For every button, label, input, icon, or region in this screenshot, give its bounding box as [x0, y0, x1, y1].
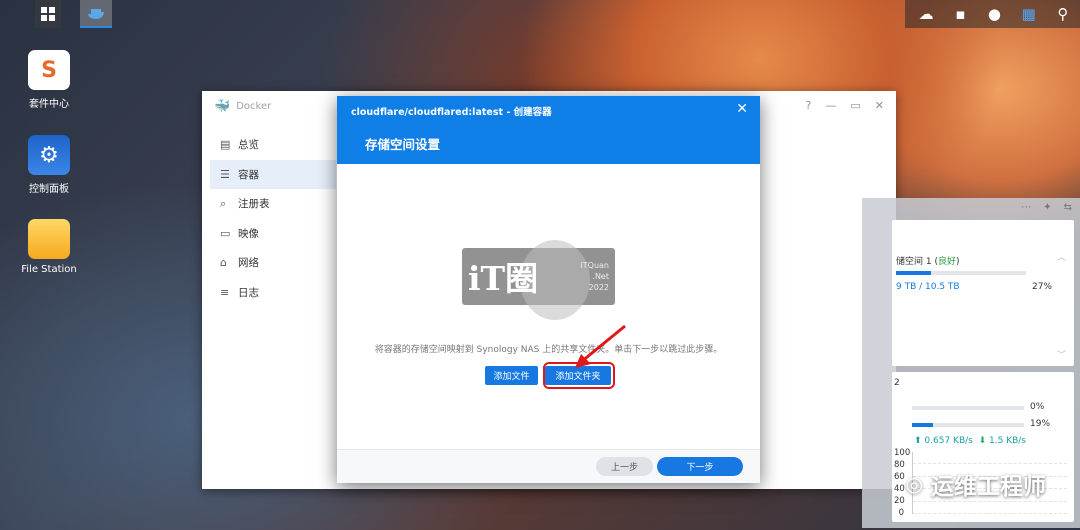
volume-percent: 27% [1031, 282, 1052, 292]
wechat-text: 运维工程师 [931, 474, 1046, 500]
sidebar-item-registry[interactable]: ⌕ 注册表 [210, 189, 336, 219]
ram-usage-fill [912, 423, 934, 427]
cpu-percent: 0% [1030, 402, 1045, 412]
sidebar-item-label: 总览 [238, 139, 259, 152]
axis-label: 80 [894, 460, 905, 470]
ram-usage-bar [912, 423, 1024, 427]
sidebar-item-overview[interactable]: ▤ 总览 [210, 130, 336, 160]
dialog-header: cloudflare/cloudflared:latest - 创建容器 ✕ 存… [337, 96, 760, 164]
download-speed: 1.5 KB/s [989, 436, 1026, 446]
sidebar-item-image[interactable]: ▭ 映像 [210, 219, 336, 249]
help-icon[interactable]: ? [806, 99, 812, 112]
ram-percent: 19% [1030, 419, 1051, 429]
upload-speed: 0.657 KB/s [924, 436, 973, 446]
chevron-up-icon[interactable]: ︿ [1057, 250, 1066, 263]
volume-usage-bar [896, 271, 1026, 275]
sidebar-item-log[interactable]: ≡ 日志 [210, 278, 336, 308]
previous-button[interactable]: 上一步 [596, 457, 653, 476]
step-title: 存储空间设置 [365, 137, 441, 152]
system-tray: ☁ ▪ ● ▦ ⚲ [905, 0, 1080, 28]
volume-size: 9 TB / 10.5 TB [896, 282, 960, 292]
widget-toolbar: ⋯ ✦ ⇆ [1021, 202, 1072, 213]
search-icon[interactable]: ⚲ [1052, 5, 1074, 23]
container-icon: ☰ [220, 167, 230, 181]
desktop-icon-label: 控制面板 [29, 184, 69, 195]
package-center-icon: S [28, 50, 70, 90]
sidebar-item-label: 注册表 [238, 198, 270, 211]
sidebar-item-label: 容器 [238, 168, 259, 181]
docker-whale-icon: 🐳 [214, 98, 231, 114]
image-icon: ▭ [220, 226, 231, 240]
axis-label: 60 [894, 472, 905, 482]
axis-label: 20 [894, 496, 905, 506]
create-container-dialog: cloudflare/cloudflared:latest - 创建容器 ✕ 存… [337, 96, 760, 483]
dialog-footer: 上一步 下一步 [337, 449, 760, 483]
desktop-icon-package-center[interactable]: S 套件中心 [9, 50, 89, 110]
storage-widget: ︿ 储空间 1 (良好) 9 TB / 10.5 TB 27% ﹀ [892, 220, 1074, 366]
status-badge: 良好 [937, 257, 956, 267]
widgets-icon[interactable]: ▦ [1018, 5, 1040, 23]
next-button[interactable]: 下一步 [657, 457, 743, 476]
download-icon: ⬇ [978, 436, 987, 446]
desktop-icon-label: 套件中心 [29, 99, 69, 110]
close-icon[interactable]: ✕ [875, 99, 884, 112]
axis-label: 0 [898, 508, 904, 518]
cpu-usage-bar [912, 406, 1024, 410]
watermark-line: .Net [592, 272, 609, 281]
add-file-button[interactable]: 添加文件 [485, 366, 538, 385]
control-panel-icon: ⚙ [28, 135, 70, 175]
chevron-down-icon[interactable]: ﹀ [1057, 348, 1066, 361]
sidebar-item-label: 映像 [238, 227, 259, 240]
sidebar-item-label: 网络 [238, 257, 259, 270]
window-title: Docker [236, 100, 272, 112]
window-controls: ? — ▭ ✕ [806, 99, 884, 112]
folder-icon [28, 219, 70, 259]
desktop-icon-label: File Station [21, 264, 77, 275]
sidebar-item-network[interactable]: ⌂ 网络 [210, 248, 336, 278]
desktop-icon-file-station[interactable]: File Station [9, 219, 89, 275]
grid-icon [41, 7, 55, 21]
cloud-check-icon[interactable]: ☁ [915, 5, 937, 23]
watermark-main: iT圈 [468, 259, 539, 298]
docker-whale-icon [88, 9, 104, 19]
volume-usage-fill [896, 271, 932, 275]
upload-icon: ⬆ [914, 436, 922, 446]
axis-label: 100 [894, 448, 911, 458]
network-speed: ⬆ 0.657 KB/s ⬇ 1.5 KB/s [914, 436, 1026, 446]
desktop-icon-control-panel[interactable]: ⚙ 控制面板 [9, 135, 89, 195]
pin-icon[interactable]: ✦ [1043, 202, 1051, 213]
taskbar-docker-button[interactable] [80, 0, 112, 28]
registry-icon: ⌕ [220, 196, 227, 210]
watermark-logo: iT圈 iTQuan .Net 2022 [462, 240, 615, 320]
overview-icon: ▤ [220, 138, 231, 152]
axis-label: 40 [894, 484, 905, 494]
taskbar: ☁ ▪ ● ▦ ⚲ [0, 0, 1080, 30]
volume-name: 储空间 1 ( [896, 257, 938, 267]
wechat-icon: ◎ [905, 472, 923, 496]
wechat-watermark: ◎ 运维工程师 [906, 467, 1046, 501]
more-icon[interactable]: ⋯ [1021, 202, 1031, 213]
network-icon: ⌂ [220, 256, 227, 270]
watermark-line: 2022 [588, 283, 609, 292]
volume-suffix: ) [955, 257, 960, 267]
chat-icon[interactable]: ▪ [949, 5, 971, 23]
main-menu-button[interactable] [35, 0, 61, 28]
volume-status: 储空间 1 (良好) [896, 254, 960, 267]
storage-description: 将容器的存储空间映射到 Synology NAS 上的共享文件夹。单击下一步以跳… [374, 345, 723, 355]
docker-sidebar: ▤ 总览 ☰ 容器 ⌕ 注册表 ▭ 映像 ⌂ 网络 ≡ 日志 [210, 130, 336, 307]
minimize-icon[interactable]: — [825, 99, 836, 112]
log-icon: ≡ [220, 285, 230, 299]
dialog-title: cloudflare/cloudflared:latest - 创建容器 [351, 107, 552, 118]
user-icon[interactable]: ● [983, 5, 1005, 23]
red-arrow-annotation [575, 324, 626, 368]
watermark-line: iTQuan [580, 261, 609, 270]
sidebar-item-container[interactable]: ☰ 容器 [210, 159, 336, 189]
close-icon[interactable]: ✕ [736, 101, 748, 117]
sidebar-item-label: 日志 [238, 286, 259, 299]
settings-icon[interactable]: ⇆ [1064, 202, 1072, 213]
resource-heading: 2 [894, 378, 900, 388]
watermark-text: iTQuan .Net 2022 [581, 260, 609, 293]
maximize-icon[interactable]: ▭ [850, 99, 860, 112]
